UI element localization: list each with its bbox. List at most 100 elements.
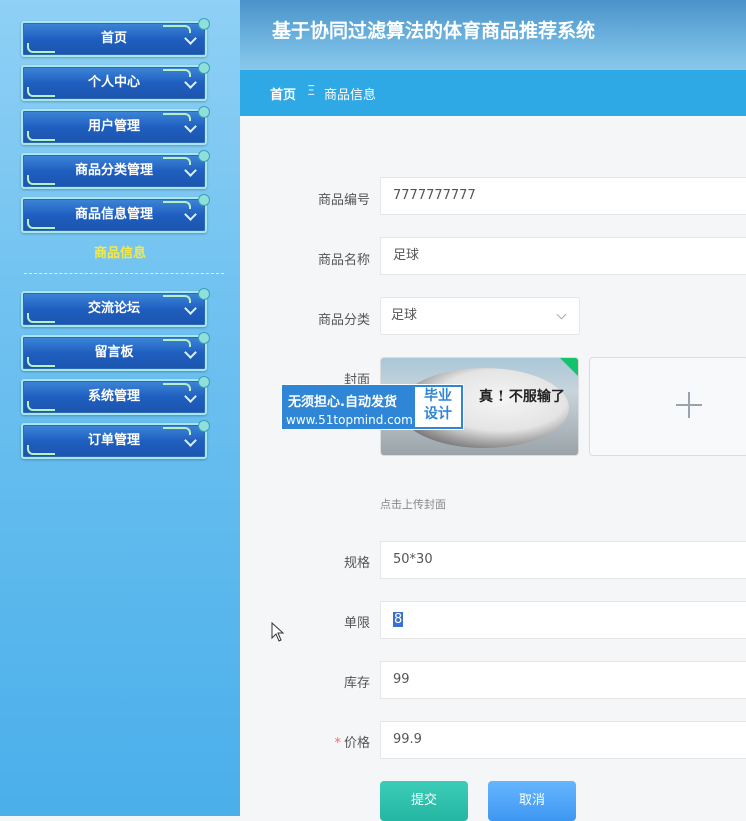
chevron-down-icon xyxy=(184,390,197,403)
ornament-icon xyxy=(27,401,55,411)
cover-upload-hint: 点击上传封面 xyxy=(380,498,446,511)
watermark-banner: 无须担心.自动发货 www.51topmind.com 毕业 设计 xyxy=(281,384,464,430)
dot-icon xyxy=(198,332,210,344)
limit-input[interactable]: 8 xyxy=(380,601,746,639)
product-category-value: 足球 xyxy=(391,308,418,323)
watermark-url: www.51topmind.com xyxy=(286,413,413,427)
ornament-icon xyxy=(27,219,55,229)
ornament-icon xyxy=(27,313,55,323)
price-label: * 价格 xyxy=(260,732,370,751)
plus-icon xyxy=(688,392,690,418)
watermark-main-text: 无须担心.自动发货 xyxy=(288,395,397,410)
product-code-input[interactable]: 7777777777 xyxy=(380,177,746,215)
breadcrumb: 首页 Ξ 商品信息 xyxy=(240,70,746,116)
chevron-down-icon xyxy=(184,208,197,221)
dot-icon xyxy=(198,376,210,388)
ornament-icon xyxy=(27,357,55,367)
sidebar-item-system-management[interactable]: 系统管理 xyxy=(21,376,210,415)
ornament-icon xyxy=(163,295,191,303)
sidebar-item-label: 首页 xyxy=(100,31,127,46)
price-label-text: 价格 xyxy=(343,736,370,751)
sidebar-item-label: 订单管理 xyxy=(87,433,140,448)
ornament-icon xyxy=(27,175,55,185)
watermark-logo-line2: 设计 xyxy=(424,406,452,422)
dot-icon xyxy=(198,106,210,118)
mouse-cursor-icon xyxy=(271,622,285,642)
ornament-icon xyxy=(27,43,55,53)
sidebar-item-category-management[interactable]: 商品分类管理 xyxy=(21,150,210,189)
sidebar: 首页 个人中心 用户管理 商品分类管理 商品信息管理 商品信息 交流论坛 留言板… xyxy=(0,0,240,816)
dot-icon xyxy=(198,62,210,74)
chevron-down-icon xyxy=(184,32,197,45)
sidebar-item-label: 商品分类管理 xyxy=(74,163,153,178)
chevron-down-icon xyxy=(556,309,567,320)
limit-value: 8 xyxy=(393,612,404,627)
product-category-label: 商品分类 xyxy=(317,313,370,328)
product-name-value: 足球 xyxy=(393,248,420,263)
stock-value: 99 xyxy=(393,672,410,687)
app-title: 基于协同过滤算法的体育商品推荐系统 xyxy=(272,20,596,42)
sidebar-item-label: 交流论坛 xyxy=(87,301,140,316)
ornament-icon xyxy=(163,113,191,121)
ornament-icon xyxy=(163,339,191,347)
ornament-icon xyxy=(163,201,191,209)
product-name-label: 商品名称 xyxy=(317,253,370,268)
product-name-input[interactable]: 足球 xyxy=(380,237,746,275)
chevron-down-icon xyxy=(184,302,197,315)
chevron-down-icon xyxy=(184,164,197,177)
ornament-icon xyxy=(27,87,55,97)
breadcrumb-current: 商品信息 xyxy=(324,88,377,103)
app-header: 基于协同过滤算法的体育商品推荐系统 xyxy=(240,0,746,70)
product-code-value: 7777777777 xyxy=(393,188,476,203)
sidebar-item-order-management[interactable]: 订单管理 xyxy=(21,420,210,459)
stock-input[interactable]: 99 xyxy=(380,661,746,699)
product-code-label: 商品编号 xyxy=(317,193,370,208)
sidebar-divider xyxy=(24,273,224,274)
spec-label: 规格 xyxy=(343,556,370,571)
watermark-logo: 毕业 设计 xyxy=(415,387,461,427)
ornament-icon xyxy=(163,69,191,77)
ornament-icon xyxy=(163,25,191,33)
sidebar-item-label: 用户管理 xyxy=(87,119,140,134)
dot-icon xyxy=(198,194,210,206)
chevron-down-icon xyxy=(184,346,197,359)
sidebar-subitem-product-info[interactable]: 商品信息 xyxy=(0,245,240,263)
dot-icon xyxy=(198,18,210,30)
sidebar-item-personal-center[interactable]: 个人中心 xyxy=(21,62,210,101)
spec-input[interactable]: 50*30 xyxy=(380,541,746,579)
watermark-logo-line1: 毕业 xyxy=(424,388,452,404)
ornament-icon xyxy=(27,131,55,141)
breadcrumb-home[interactable]: 首页 xyxy=(270,84,296,103)
ornament-icon xyxy=(163,383,191,391)
ornament-icon xyxy=(163,157,191,165)
price-input[interactable]: 99.9 xyxy=(380,721,746,759)
submit-button[interactable]: 提交 xyxy=(380,781,468,821)
stock-label: 库存 xyxy=(343,676,370,691)
sidebar-item-forum[interactable]: 交流论坛 xyxy=(21,288,210,327)
dot-icon xyxy=(198,288,210,300)
chevron-down-icon xyxy=(184,434,197,447)
sidebar-item-user-management[interactable]: 用户管理 xyxy=(21,106,210,145)
sidebar-item-message-board[interactable]: 留言板 xyxy=(21,332,210,371)
cancel-button[interactable]: 取消 xyxy=(488,781,576,821)
cover-upload-button[interactable] xyxy=(589,357,746,456)
ornament-icon xyxy=(27,445,55,455)
dot-icon xyxy=(198,420,210,432)
sidebar-item-product-management[interactable]: 商品信息管理 xyxy=(21,194,210,233)
upload-success-corner-icon xyxy=(560,358,578,376)
price-value: 99.9 xyxy=(393,732,422,747)
sidebar-item-home[interactable]: 首页 xyxy=(21,18,210,57)
required-marker: * xyxy=(334,736,341,751)
ornament-icon xyxy=(163,427,191,435)
sidebar-item-label: 留言板 xyxy=(94,345,134,360)
sidebar-item-label: 商品信息管理 xyxy=(74,207,153,222)
sidebar-item-label: 个人中心 xyxy=(87,75,140,90)
dot-icon xyxy=(198,150,210,162)
chevron-down-icon xyxy=(184,76,197,89)
spec-value: 50*30 xyxy=(393,552,433,567)
cover-image-text: 真 ! 不服输了 xyxy=(479,389,565,405)
product-category-select[interactable]: 足球 xyxy=(380,297,580,335)
chevron-down-icon xyxy=(184,120,197,133)
sidebar-item-label: 系统管理 xyxy=(87,389,140,404)
breadcrumb-separator-icon: Ξ xyxy=(307,84,316,99)
